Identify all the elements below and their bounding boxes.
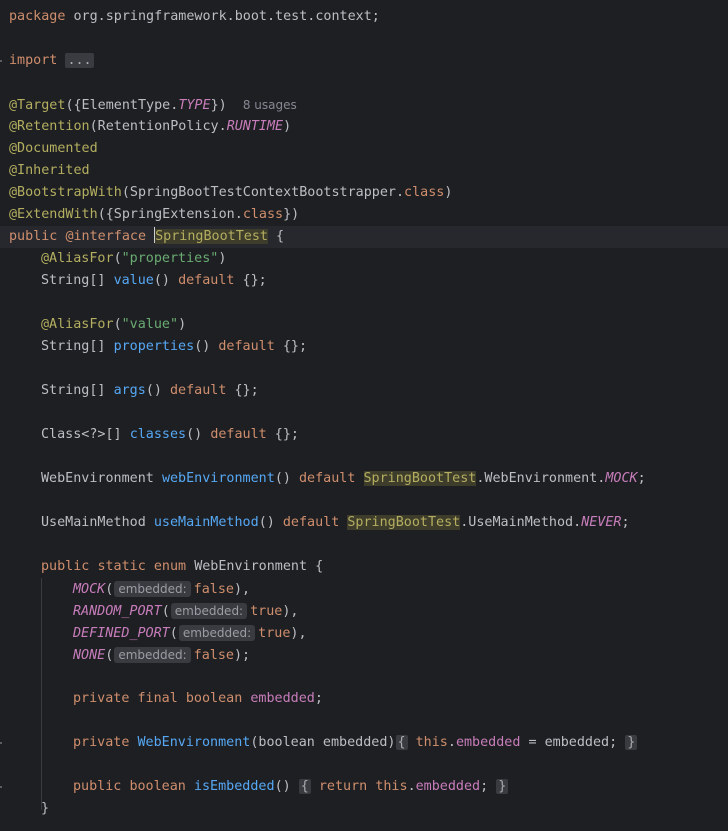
param-hint: embedded: bbox=[114, 647, 191, 663]
fold-marker-icon[interactable] bbox=[0, 786, 2, 788]
type-name-usage[interactable]: SpringBootTest bbox=[363, 471, 477, 486]
folded-brace-open[interactable]: { bbox=[298, 779, 311, 794]
param-hint: embedded: bbox=[178, 625, 256, 641]
code-editor[interactable]: package org.springframework.boot.test.co… bbox=[0, 0, 728, 831]
code-line-enum-defined-port[interactable]: DEFINED_PORT(embedded: true), bbox=[73, 622, 307, 644]
code-line-retention[interactable]: @Retention(RetentionPolicy.RUNTIME) bbox=[9, 116, 291, 138]
code-line-documented[interactable]: @Documented bbox=[9, 138, 98, 160]
param-hint: embedded: bbox=[170, 603, 248, 619]
type-name-usage[interactable]: SpringBootTest bbox=[347, 515, 461, 530]
code-line-import[interactable]: import ... bbox=[9, 50, 94, 72]
code-line-target[interactable]: @Target({ElementType.TYPE}) 8 usages bbox=[9, 94, 297, 116]
code-line-alias-properties[interactable]: @AliasFor("properties") bbox=[41, 248, 226, 270]
type-name[interactable]: SpringBootTest bbox=[155, 229, 268, 244]
code-line-properties[interactable]: String[] properties() default {}; bbox=[41, 336, 307, 358]
code-line-classes[interactable]: Class<?>[] classes() default {}; bbox=[41, 424, 299, 446]
code-line-inherited[interactable]: @Inherited bbox=[9, 160, 90, 182]
indent-guide bbox=[41, 578, 42, 810]
code-line-enum-none[interactable]: NONE(embedded: false); bbox=[73, 644, 250, 666]
code-line-webenvironment[interactable]: WebEnvironment webEnvironment() default … bbox=[41, 468, 646, 490]
code-line-args[interactable]: String[] args() default {}; bbox=[41, 380, 259, 402]
code-line-value[interactable]: String[] value() default {}; bbox=[41, 270, 267, 292]
code-line-enum-random-port[interactable]: RANDOM_PORT(embedded: true), bbox=[73, 600, 298, 622]
fold-marker-icon[interactable] bbox=[0, 60, 2, 62]
folded-imports[interactable]: ... bbox=[65, 53, 94, 68]
code-line-enum-close[interactable]: } bbox=[41, 798, 49, 820]
code-line-bootstrap[interactable]: @BootstrapWith(SpringBootTestContextBoot… bbox=[9, 182, 452, 204]
code-line-interface-decl[interactable]: public @interface SpringBootTest { bbox=[9, 226, 284, 248]
folded-brace-close[interactable]: } bbox=[625, 735, 638, 750]
folded-brace-close[interactable]: } bbox=[496, 779, 509, 794]
code-line-enum-mock[interactable]: MOCK(embedded: false), bbox=[73, 578, 250, 600]
code-line-alias-value[interactable]: @AliasFor("value") bbox=[41, 314, 186, 336]
code-line-embedded-field[interactable]: private final boolean embedded; bbox=[73, 688, 323, 710]
code-line-is-embedded[interactable]: public boolean isEmbedded() { return thi… bbox=[73, 776, 509, 798]
code-line-enum-decl[interactable]: public static enum WebEnvironment { bbox=[41, 556, 323, 578]
code-line-constructor[interactable]: private WebEnvironment(boolean embedded)… bbox=[73, 732, 638, 754]
code-line-extend[interactable]: @ExtendWith({SpringExtension.class}) bbox=[9, 204, 299, 226]
folded-brace-open[interactable]: { bbox=[395, 735, 408, 750]
code-line-usemainmethod[interactable]: UseMainMethod useMainMethod() default Sp… bbox=[41, 512, 630, 534]
code-line-package[interactable]: package org.springframework.boot.test.co… bbox=[9, 6, 380, 28]
usages-hint[interactable]: 8 usages bbox=[243, 98, 297, 112]
param-hint: embedded: bbox=[114, 581, 191, 597]
fold-marker-icon[interactable] bbox=[0, 742, 2, 744]
